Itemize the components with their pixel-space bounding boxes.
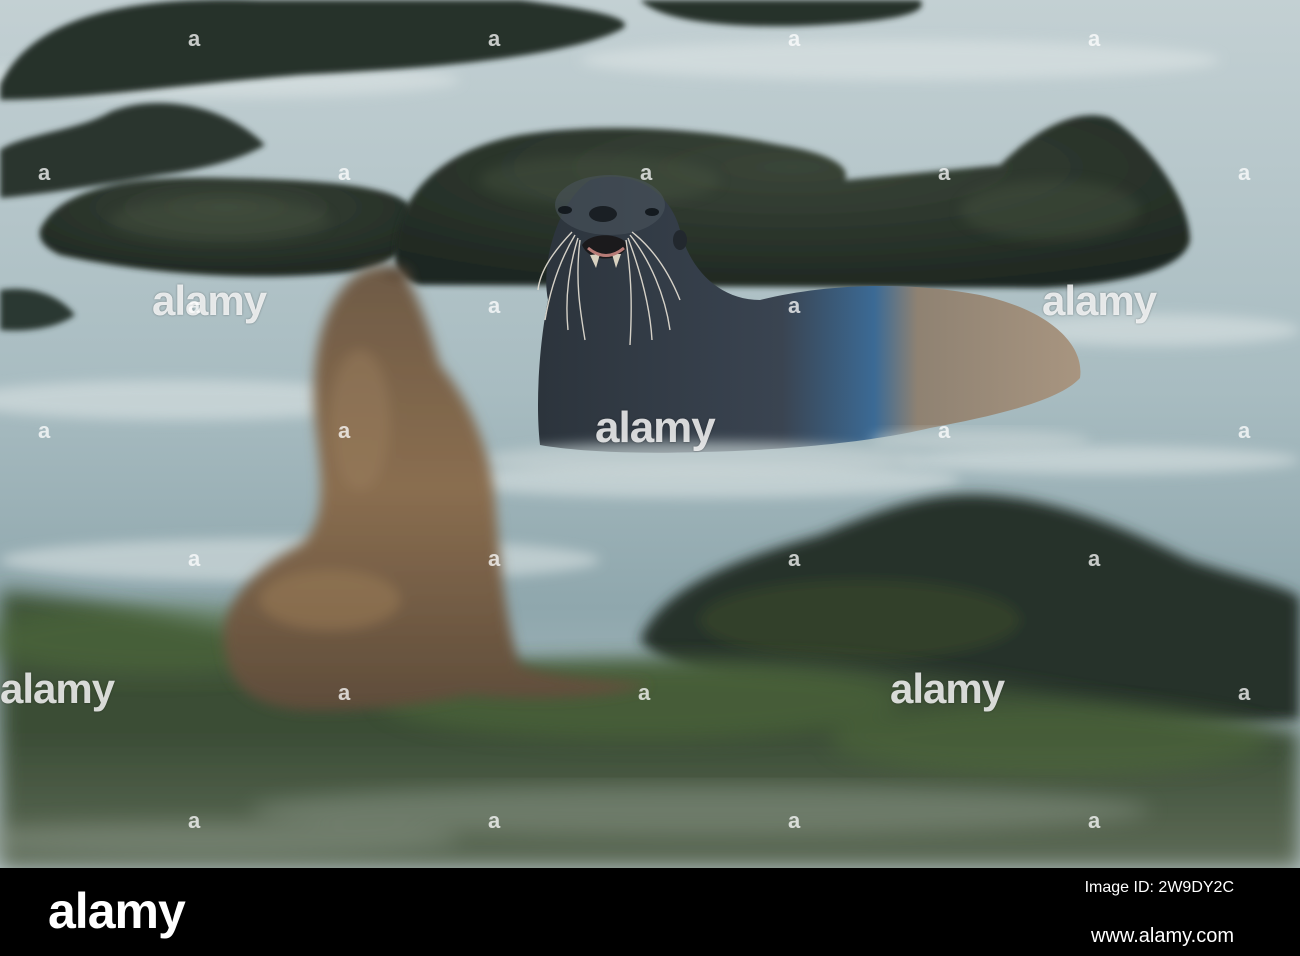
watermark-mark: a bbox=[188, 26, 201, 51]
watermark-mark: a bbox=[188, 808, 201, 833]
watermark-mark: a bbox=[38, 160, 51, 185]
footer-logo[interactable]: alamy bbox=[48, 886, 186, 936]
watermark-mark: a bbox=[1088, 26, 1101, 51]
watermark-mark: a bbox=[938, 418, 951, 443]
watermark-mark: a bbox=[188, 546, 201, 571]
watermark-mark: a bbox=[938, 160, 951, 185]
watermark-mark: a bbox=[1088, 546, 1101, 571]
watermark-mark: a bbox=[1238, 418, 1251, 443]
watermark-mark: a bbox=[188, 293, 201, 318]
watermark-mark: a bbox=[788, 26, 801, 51]
footer-bar: alamy Image ID: 2W9DY2C www.alamy.com bbox=[0, 868, 1300, 956]
watermark-mark: a bbox=[1088, 808, 1101, 833]
watermark-mark: a bbox=[788, 293, 801, 318]
watermark-alamy: alamy bbox=[1042, 277, 1157, 324]
watermark-mark: a bbox=[38, 418, 51, 443]
image-id: Image ID: 2W9DY2C bbox=[1084, 879, 1234, 896]
watermark-mark: a bbox=[488, 26, 501, 51]
watermark-mark: a bbox=[488, 808, 501, 833]
watermark-mark: a bbox=[338, 160, 351, 185]
watermark-mark: a bbox=[788, 546, 801, 571]
watermark-mark: a bbox=[488, 546, 501, 571]
watermark-mark: a bbox=[788, 808, 801, 833]
watermark-mark: a bbox=[338, 680, 351, 705]
stock-photo-page: a a a a a a a a a alamy alamy a a a alam… bbox=[0, 0, 1300, 956]
site-url[interactable]: www.alamy.com bbox=[1091, 926, 1234, 946]
watermark-mark: a bbox=[338, 418, 351, 443]
watermark-alamy: alamy bbox=[152, 277, 267, 324]
watermark-mark: a bbox=[640, 160, 653, 185]
watermark-alamy: alamy bbox=[890, 665, 1005, 712]
watermark-mark: a bbox=[638, 680, 651, 705]
watermark-mark: a bbox=[488, 293, 501, 318]
watermark-alamy: alamy bbox=[595, 403, 716, 452]
watermark-mark: a bbox=[1238, 680, 1251, 705]
watermark-alamy: alamy bbox=[0, 665, 115, 712]
watermark-mark: a bbox=[1238, 160, 1251, 185]
